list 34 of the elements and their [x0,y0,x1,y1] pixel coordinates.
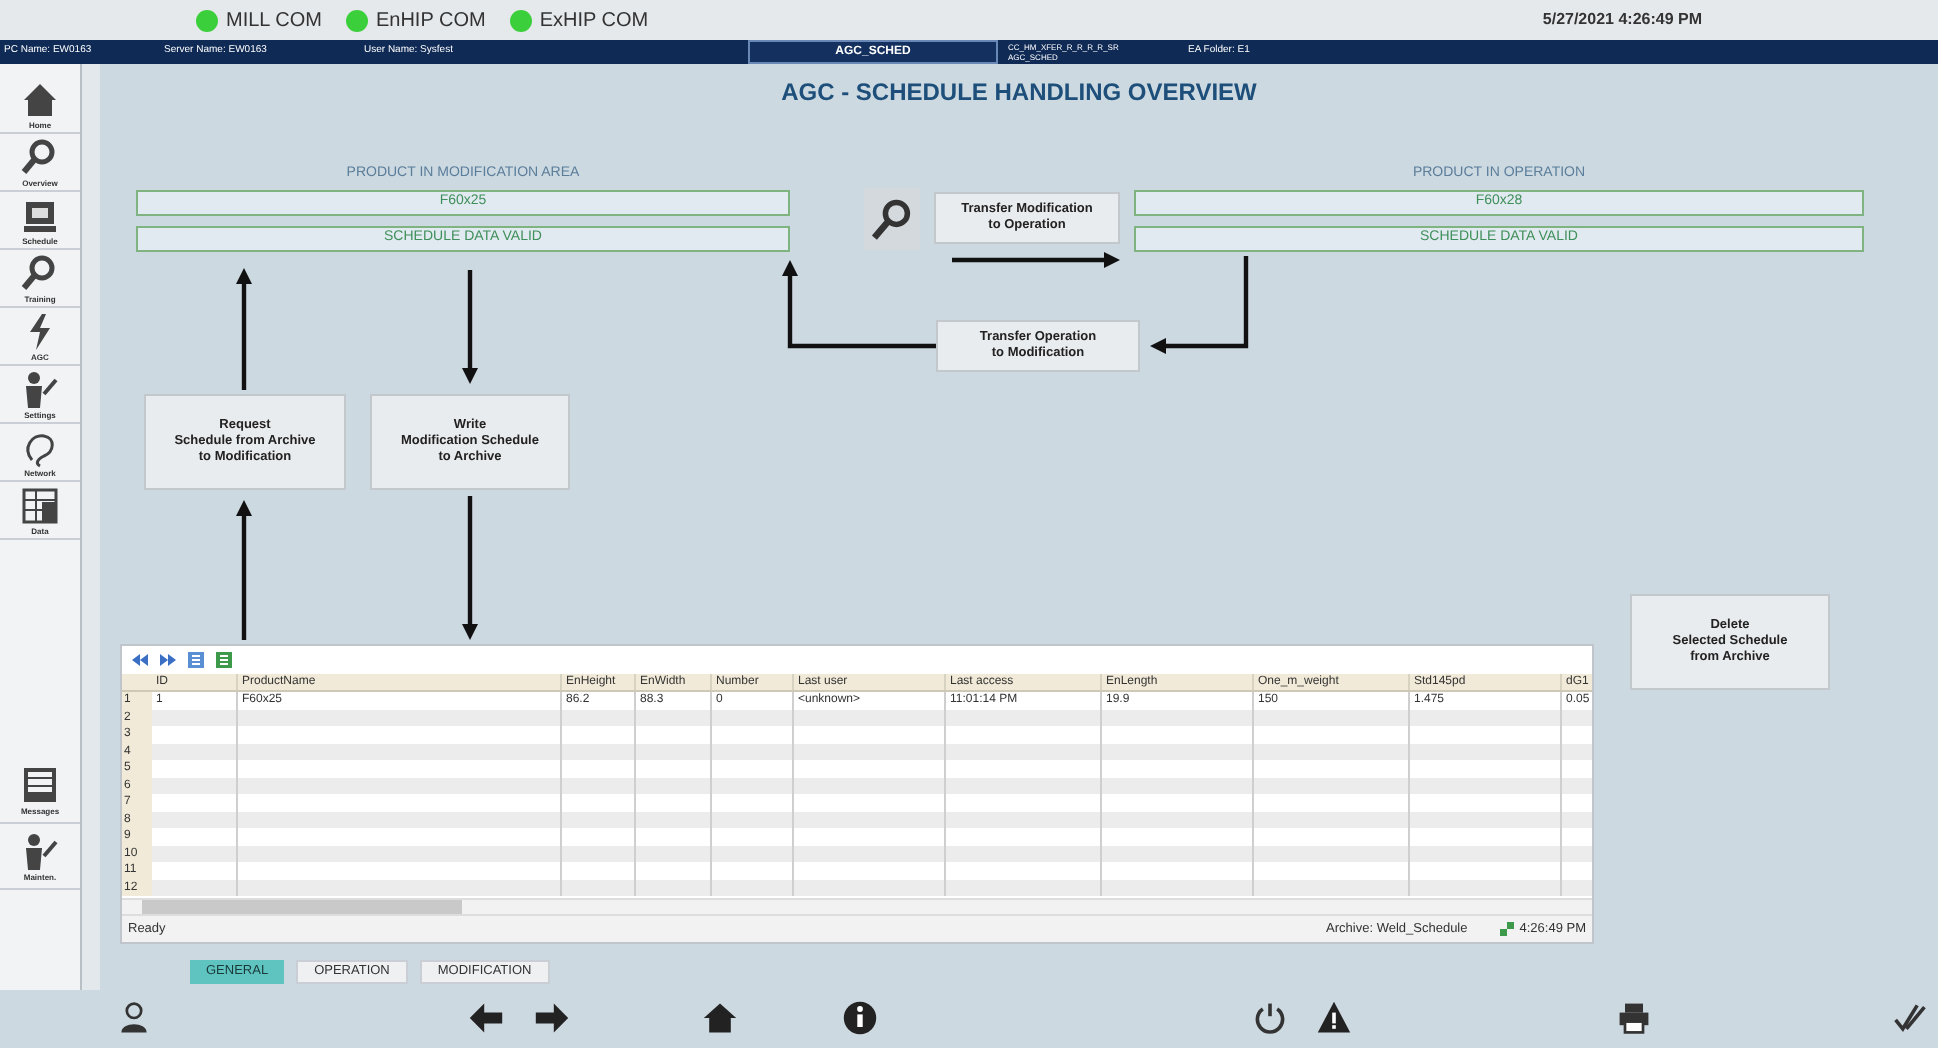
sheet-icon[interactable] [214,650,234,670]
warning-icon[interactable] [1316,1000,1352,1036]
flow-arrow [236,268,252,390]
flow-arrow [236,500,252,640]
status-label: EnHIP COM [375,7,486,35]
connection-icon [1499,922,1514,936]
search-icon [870,197,914,241]
page-title: AGC - SCHEDULE HANDLING OVERVIEW [779,76,1259,110]
user-icon[interactable] [116,1000,152,1036]
flow-arrow [462,496,478,640]
last-icon[interactable] [158,650,178,670]
status-label: MILL COM [226,7,322,35]
info-icon[interactable] [842,1000,878,1036]
forward-icon[interactable] [534,1000,570,1036]
search-button[interactable] [864,188,920,250]
power-icon[interactable] [1252,1000,1288,1036]
printer-icon[interactable] [1616,1000,1652,1036]
nav-icon [20,137,60,177]
grid-icon[interactable] [186,650,206,670]
scrollbar-thumb[interactable] [142,900,462,914]
nav-icon [20,485,60,525]
nav-icon [20,253,60,293]
date-time: 5/27/2021 4:26:49 PM [1542,8,1702,32]
nav-icon [20,831,60,871]
status-label: ExHIP COM [539,7,649,35]
nav-icon [20,765,60,805]
first-icon[interactable] [130,650,150,670]
flow-arrow [1150,256,1249,354]
back-icon[interactable] [468,1000,504,1036]
flow-arrow [462,270,478,384]
nav-icon [20,79,60,119]
checkmark-icon[interactable] [1892,1000,1928,1036]
home-icon[interactable] [702,1000,738,1036]
nav-icon [20,369,60,409]
